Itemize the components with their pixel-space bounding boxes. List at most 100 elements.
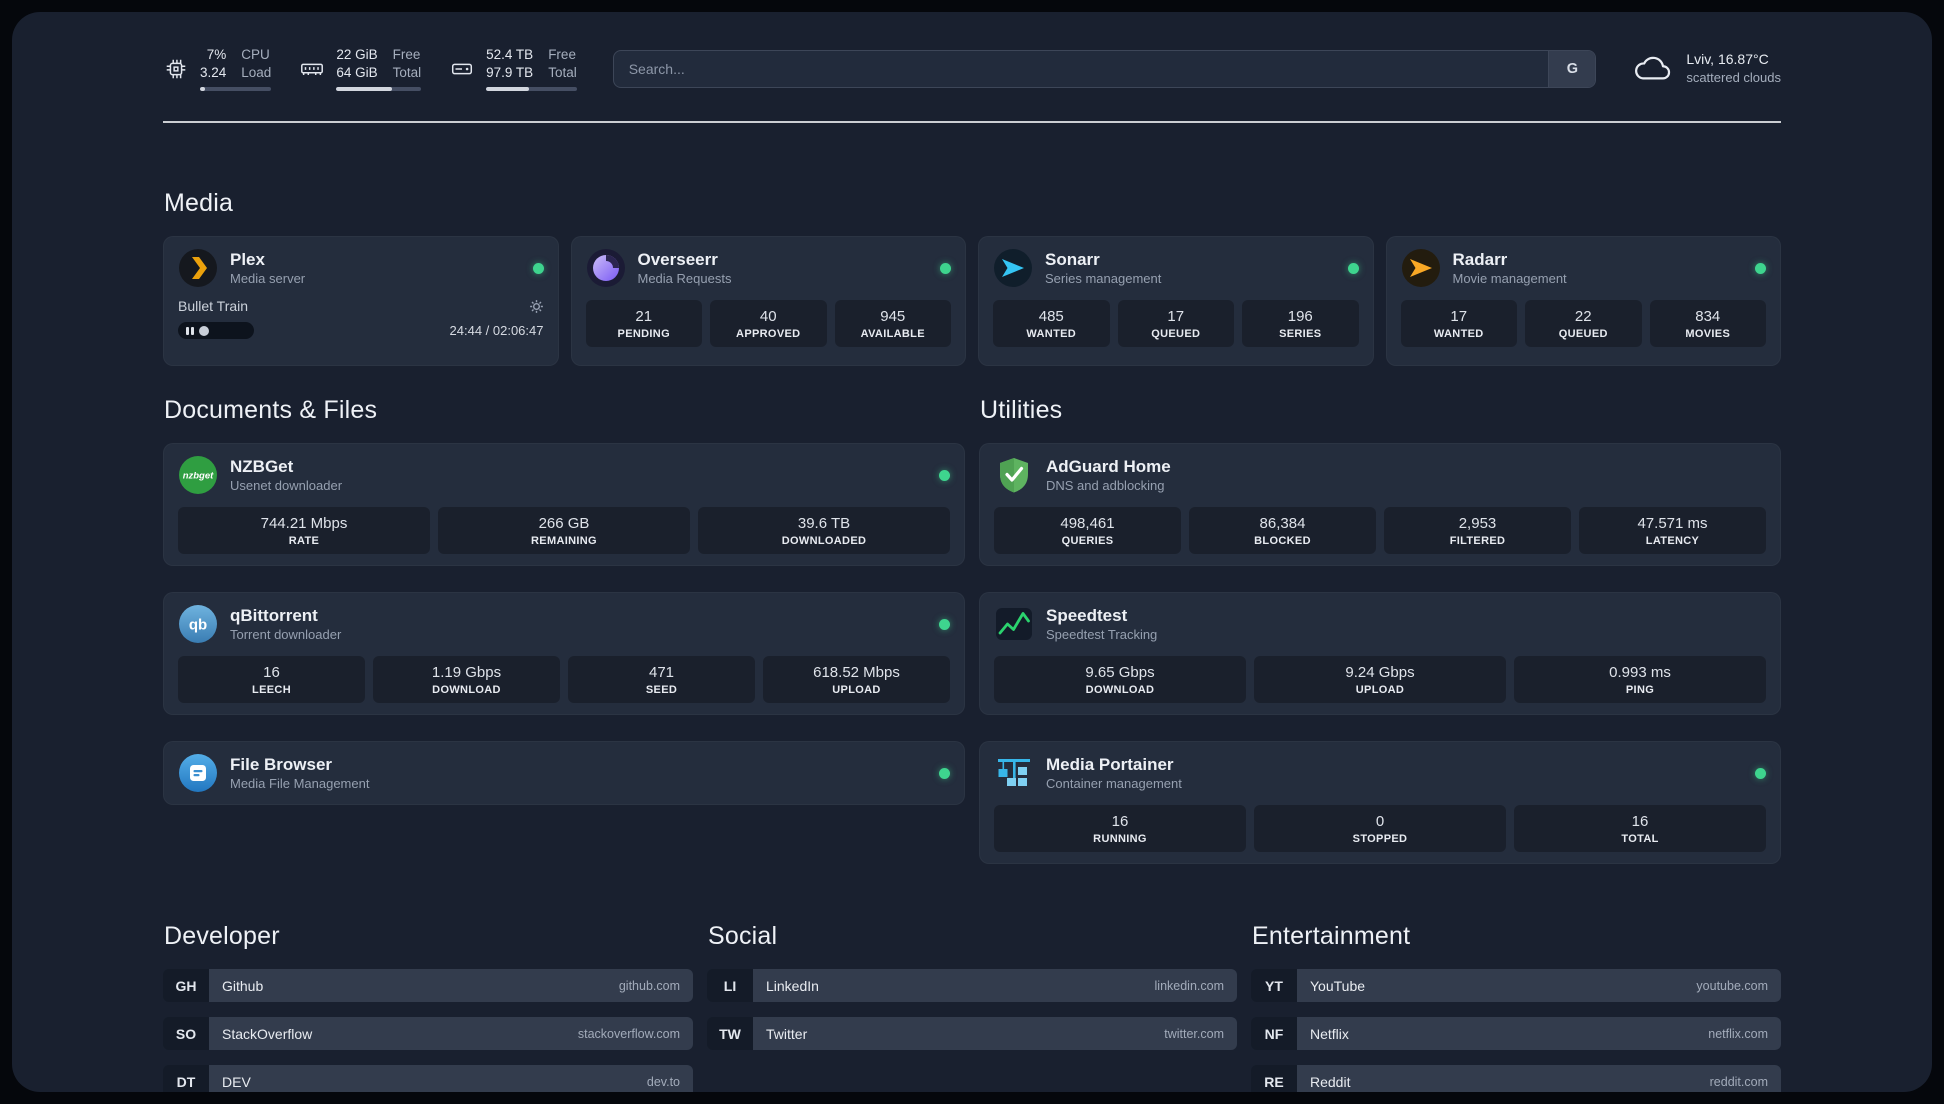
service-card-qbittorrent[interactable]: qb qBittorrent Torrent downloader 16 LEE… — [163, 592, 965, 716]
bookmark-name: Netflix — [1310, 1025, 1349, 1042]
service-desc: Usenet downloader — [230, 477, 343, 493]
plex-icon — [178, 248, 218, 288]
stat-label: LATENCY — [1645, 535, 1700, 548]
cpu-progress-fill — [200, 87, 205, 92]
service-desc: Torrent downloader — [230, 626, 342, 642]
service-name: qBittorrent — [230, 606, 318, 626]
stat-box: 618.52 Mbps UPLOAD — [763, 656, 950, 704]
stat-label: PENDING — [617, 328, 670, 341]
service-card-adguard[interactable]: AdGuard Home DNS and adblocking 498,461 … — [979, 443, 1781, 567]
cpu-label: CPU — [241, 47, 270, 62]
stat-label: REMAINING — [531, 535, 597, 548]
stat-label: WANTED — [1026, 328, 1077, 341]
bookmark-abbr: DT — [163, 1065, 209, 1092]
service-desc: DNS and adblocking — [1046, 477, 1165, 493]
search-input[interactable] — [613, 50, 1549, 87]
stat-box: 744.21 Mbps RATE — [178, 507, 430, 555]
bookmark-group-entertainment: Entertainment YT YouTube youtube.com NF … — [1251, 922, 1781, 1092]
cpu-widget: 7% 3.24 CPU Load — [163, 46, 272, 92]
topbar-divider — [163, 121, 1781, 124]
svg-text:qb: qb — [189, 617, 207, 634]
service-card-radarr[interactable]: Radarr Movie management 17 WANTED 22 QUE… — [1385, 236, 1781, 367]
bookmark-youtube[interactable]: YT YouTube youtube.com — [1251, 969, 1781, 1003]
adguard-icon — [994, 455, 1034, 495]
status-dot — [1755, 262, 1766, 274]
bookmark-group-social: Social LI LinkedIn linkedin.com TW Twitt… — [707, 922, 1237, 1092]
service-desc: Speedtest Tracking — [1046, 626, 1158, 642]
service-card-overseerr[interactable]: Overseerr Media Requests 21 PENDING 40 A… — [570, 236, 966, 367]
bookmark-linkedin[interactable]: LI LinkedIn linkedin.com — [707, 969, 1237, 1003]
stat-value: 834 — [1695, 308, 1721, 326]
playback-time: 24:44 / 02:06:47 — [449, 323, 544, 339]
service-card-sonarr[interactable]: Sonarr Series management 485 WANTED 17 Q… — [978, 236, 1374, 367]
bookmark-name: DEV — [222, 1073, 251, 1090]
radarr-icon — [1401, 248, 1441, 288]
service-desc: Movie management — [1452, 270, 1567, 286]
weather-widget: Lviv, 16.87°C scattered clouds — [1632, 50, 1781, 88]
bookmark-abbr: TW — [707, 1017, 753, 1051]
service-card-plex[interactable]: Plex Media server Bullet Train 24:44 / 0… — [163, 236, 559, 367]
service-card-speedtest[interactable]: Speedtest Speedtest Tracking 9.65 Gbps D… — [979, 592, 1781, 716]
bookmark-abbr: RE — [1251, 1065, 1297, 1092]
playback-progress-bar[interactable] — [178, 322, 254, 340]
search-provider-button[interactable]: G — [1548, 50, 1596, 87]
search-bar[interactable]: G — [612, 49, 1597, 88]
stat-box: 266 GB REMAINING — [438, 507, 690, 555]
stat-value: 40 — [759, 308, 777, 326]
bookmark-dev[interactable]: DT DEV dev.to — [163, 1065, 693, 1092]
speedtest-icon — [994, 604, 1034, 644]
service-card-nzbget[interactable]: nzbget NZBGet Usenet downloader 744.21 M… — [163, 443, 965, 567]
stat-label: MOVIES — [1685, 328, 1731, 341]
sonarr-icon — [993, 248, 1033, 288]
disk-icon — [449, 56, 475, 82]
bookmark-stackoverflow[interactable]: SO StackOverflow stackoverflow.com — [163, 1017, 693, 1051]
gear-icon[interactable] — [529, 299, 544, 314]
cpu-load-value: 3.24 — [200, 65, 227, 81]
nzbget-icon: nzbget — [178, 455, 218, 495]
stat-box: 471 SEED — [568, 656, 755, 704]
stat-value: 16 — [1631, 813, 1649, 831]
bookmark-github[interactable]: GH Github github.com — [163, 969, 693, 1003]
stat-value: 9.65 Gbps — [1085, 664, 1155, 682]
bookmark-netflix[interactable]: NF Netflix netflix.com — [1251, 1017, 1781, 1051]
bookmark-url: dev.to — [646, 1074, 680, 1089]
status-dot — [940, 262, 951, 274]
bookmark-name: StackOverflow — [222, 1025, 313, 1042]
stat-box: 945 AVAILABLE — [834, 300, 951, 348]
bookmark-url: reddit.com — [1709, 1074, 1768, 1089]
cloud-icon — [1632, 54, 1674, 84]
stat-box: 22 QUEUED — [1525, 300, 1642, 348]
service-card-portainer[interactable]: Media Portainer Container management 16 … — [979, 741, 1781, 865]
memory-total-value: 64 GiB — [336, 65, 378, 81]
service-card-filebrowser[interactable]: File Browser Media File Management — [163, 741, 965, 806]
stat-label: UPLOAD — [1355, 684, 1405, 697]
section-title-developer: Developer — [164, 922, 280, 951]
stat-value: 9.24 Gbps — [1345, 664, 1415, 682]
stat-value: 16 — [263, 664, 280, 682]
section-title-entertainment: Entertainment — [1252, 922, 1411, 951]
stat-box: 485 WANTED — [993, 300, 1110, 348]
stat-value: 196 — [1287, 308, 1313, 326]
disk-total-value: 97.9 TB — [486, 65, 534, 81]
stat-value: 86,384 — [1259, 515, 1306, 533]
stat-label: WANTED — [1433, 328, 1484, 341]
memory-icon — [299, 56, 325, 82]
service-name: File Browser — [230, 755, 333, 775]
disk-free-value: 52.4 TB — [486, 47, 534, 62]
cpu-load-label: Load — [241, 65, 272, 81]
weather-condition: scattered clouds — [1686, 70, 1781, 86]
section-title-utilities: Utilities — [980, 396, 1063, 425]
stat-label: AVAILABLE — [860, 328, 925, 341]
stat-value: 47.571 ms — [1637, 515, 1708, 533]
status-dot — [939, 618, 950, 630]
stat-value: 16 — [1111, 813, 1129, 831]
bookmark-reddit[interactable]: RE Reddit reddit.com — [1251, 1065, 1781, 1092]
bookmark-twitter[interactable]: TW Twitter twitter.com — [707, 1017, 1237, 1051]
service-desc: Media server — [230, 270, 306, 286]
bookmark-name: Reddit — [1310, 1073, 1351, 1090]
dashboard: 7% 3.24 CPU Load 22 GiB 64 GiB Free Tota… — [12, 12, 1932, 1092]
status-dot — [939, 767, 950, 779]
topbar: 7% 3.24 CPU Load 22 GiB 64 GiB Free Tota… — [163, 46, 1781, 92]
stat-label: LEECH — [252, 684, 291, 697]
stat-box: 9.65 Gbps DOWNLOAD — [994, 656, 1246, 704]
